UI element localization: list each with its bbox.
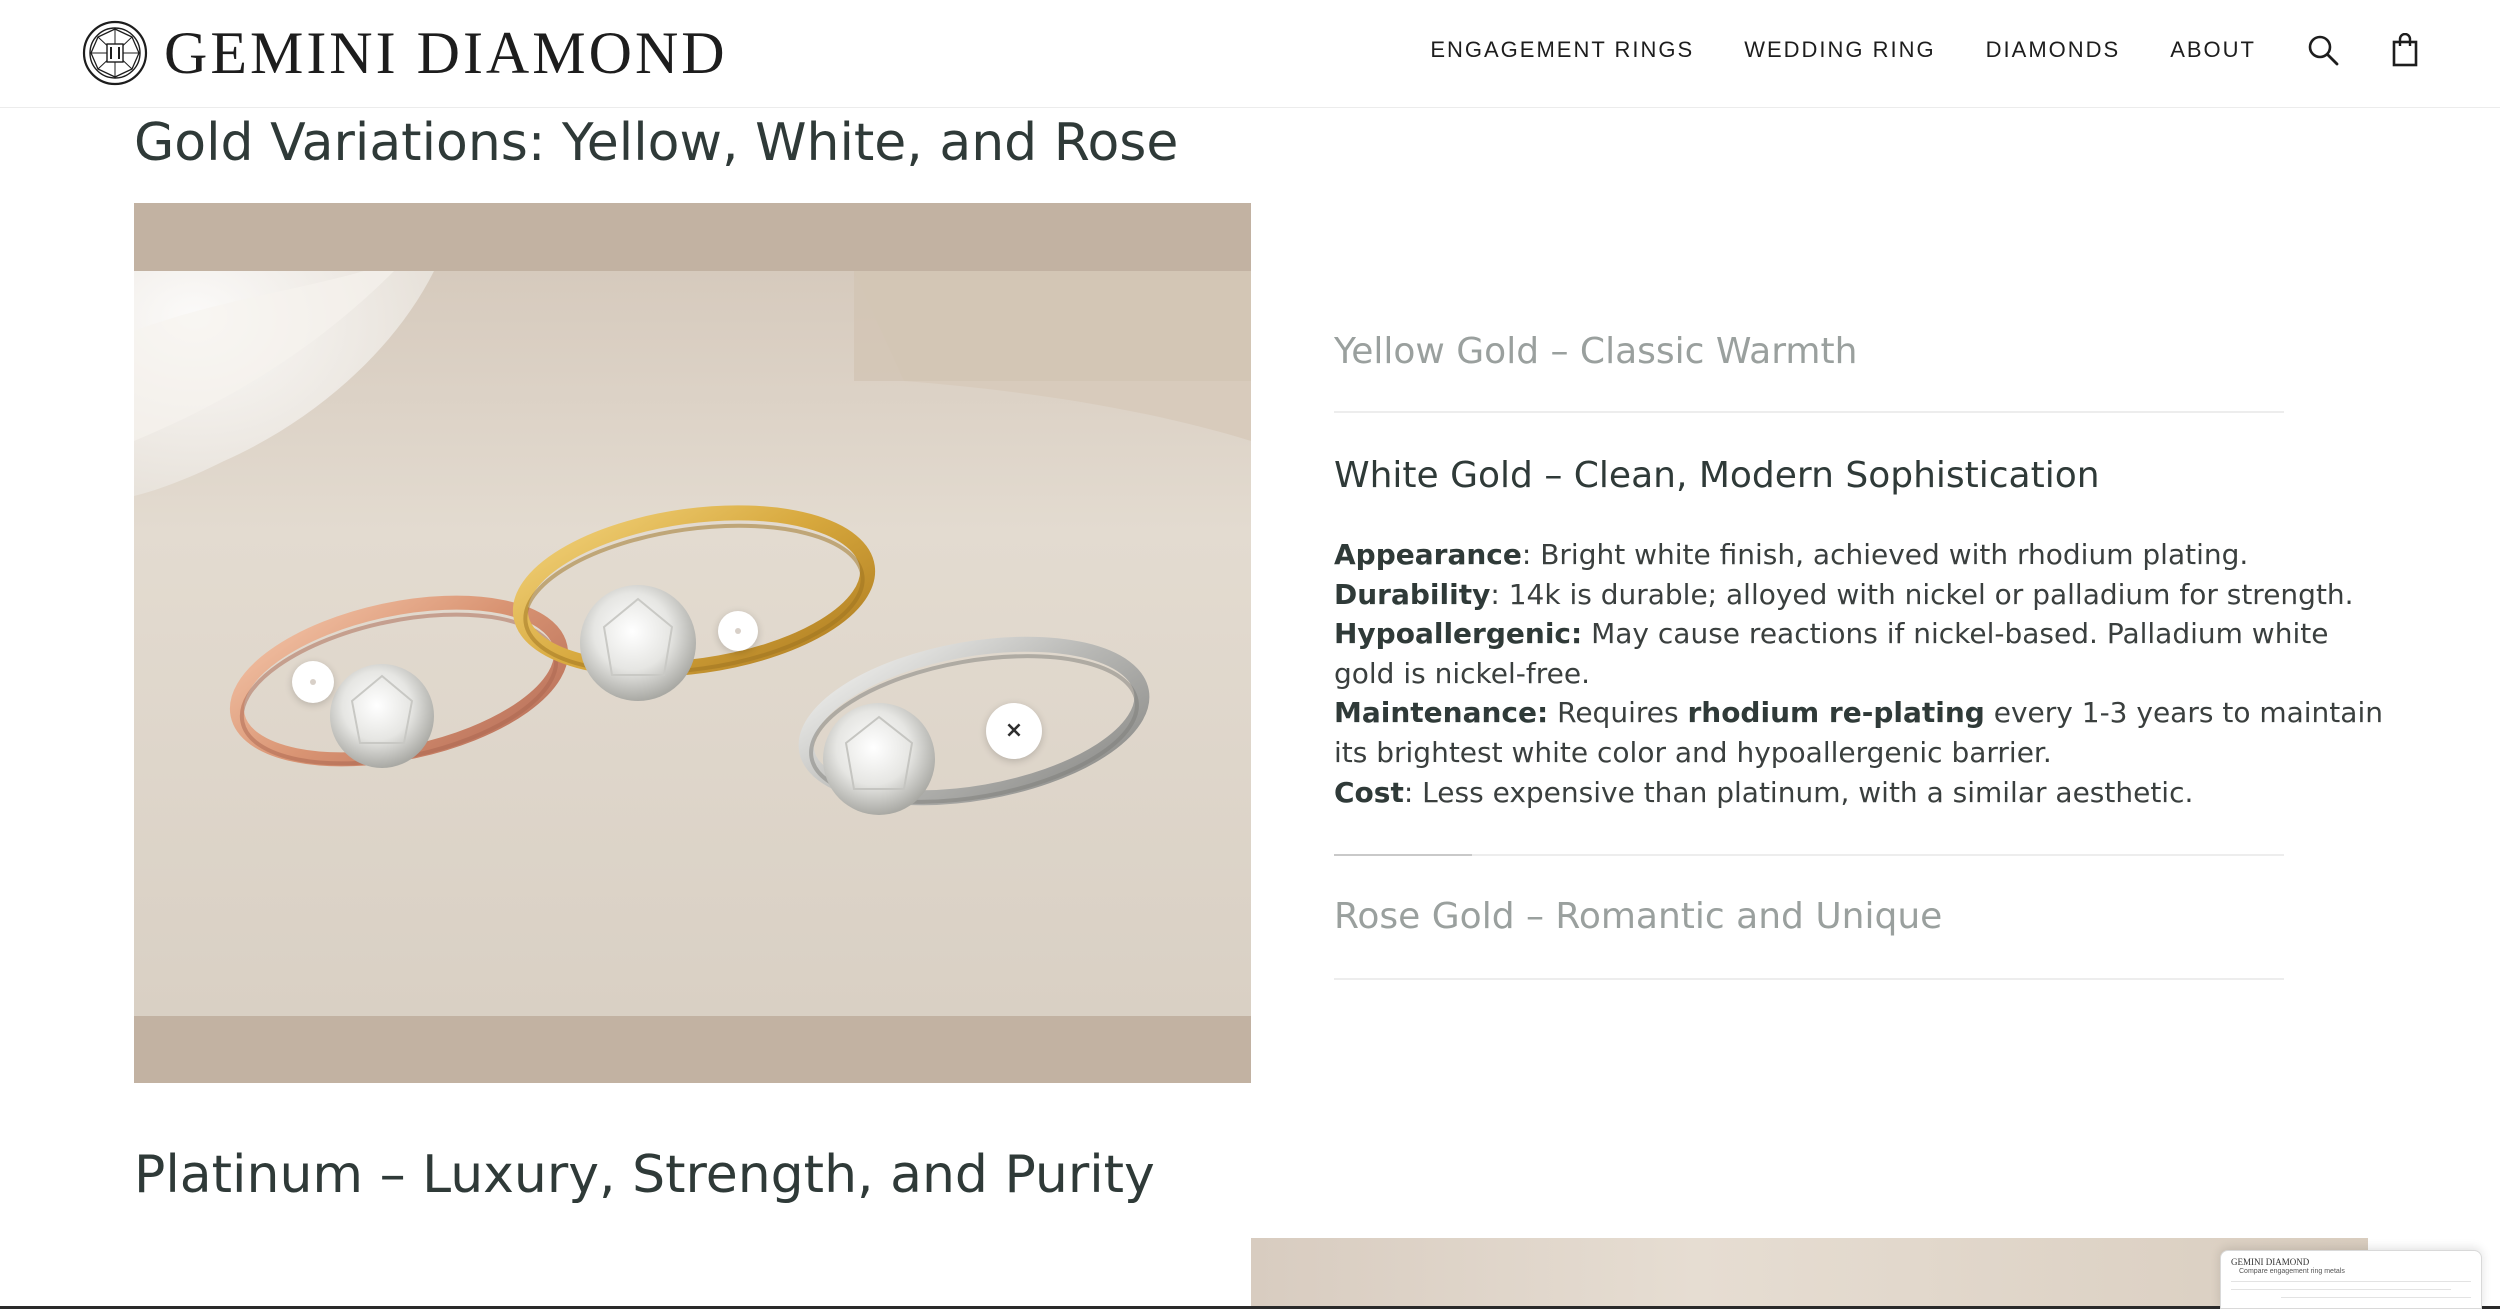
detail-text: every 1-3 years to maintain [1984,696,2383,730]
hotspot-yellow-gold[interactable] [718,611,758,651]
detail-text: Requires [1548,696,1688,730]
detail-hypoallergenic-continuation: gold is nickel-free. [1334,656,1590,690]
rings-image-panel: × [134,203,1251,1083]
detail-maintenance-continuation: its brightest white color and hypoallerg… [1334,735,2052,769]
detail-hypoallergenic: Hypoallergenic: May cause reactions if n… [1334,614,2328,654]
detail-maintenance: Maintenance: Requires rhodium re-plating… [1334,693,2383,733]
preview-brand: GEMINI DIAMOND [2231,1257,2310,1267]
gold-accordion: Yellow Gold – Classic Warmth White Gold … [1334,290,2383,981]
detail-text: : Less expensive than platinum, with a s… [1403,775,2194,809]
accordion-yellow-gold[interactable]: Yellow Gold – Classic Warmth [1334,329,2284,375]
accordion-divider [1334,411,2284,413]
gold-variations-heading: Gold Variations: Yellow, White, and Rose [134,113,1179,173]
accordion-white-gold[interactable]: White Gold – Clean, Modern Sophisticatio… [1334,453,2284,499]
detail-label: Durability [1334,577,1491,611]
hotspot-dot [735,628,741,634]
search-icon[interactable] [2306,33,2340,67]
floating-page-preview[interactable]: GEMINI DIAMOND Compare engagement ring m… [2220,1250,2482,1309]
shopping-bag-icon[interactable] [2388,33,2422,67]
detail-text: : 14k is durable; alloyed with nickel or… [1490,577,2354,611]
nav-engagement-rings[interactable]: ENGAGEMENT RINGS [1430,37,1694,63]
detail-label: Cost [1334,775,1404,809]
hotspot-white-gold[interactable]: × [986,703,1042,759]
detail-label: Hypoallergenic: [1334,617,1583,651]
brand-name: GEMINI DIAMOND [164,20,728,86]
white-gold-details: Appearance: Bright white finish, achieve… [1334,535,2383,813]
detail-text: May cause reactions if nickel-based. Pal… [1582,617,2329,651]
preview-line [2231,1281,2471,1282]
nav-wedding-ring[interactable]: WEDDING RING [1744,37,1935,63]
platinum-heading: Platinum – Luxury, Strength, and Purity [134,1145,1155,1205]
preview-line [2281,1297,2471,1298]
brand-logo[interactable]: GEMINI DIAMOND [82,18,728,88]
detail-label: Appearance [1334,538,1522,571]
rings-photo: × [134,271,1251,1016]
rings-illustration [134,271,1251,1016]
hotspot-dot [310,679,316,685]
site-header: GEMINI DIAMOND ENGAGEMENT RINGS WEDDING … [0,0,2500,108]
nav-diamonds[interactable]: DIAMONDS [1986,37,2121,63]
detail-label: Maintenance: [1334,696,1549,730]
preview-line [2231,1289,2451,1290]
accordion-rose-gold[interactable]: Rose Gold – Romantic and Unique [1334,894,2284,940]
accordion-progress-divider [1334,854,2284,857]
accordion-progress-bar [1334,854,1472,857]
nav-about[interactable]: ABOUT [2170,37,2256,63]
detail-cost: Cost: Less expensive than platinum, with… [1334,773,2284,813]
platinum-image-preview [1251,1238,2368,1309]
accordion-divider [1334,978,2284,981]
detail-emphasis: rhodium re-plating [1687,696,1985,730]
detail-text: : Bright white finish, achieved with rho… [1521,538,2249,571]
preview-caption: Compare engagement ring metals [2239,1268,2345,1275]
detail-appearance: Appearance: Bright white finish, achieve… [1334,535,2284,575]
close-icon: × [1004,718,1024,743]
main-nav: ENGAGEMENT RINGS WEDDING RING DIAMONDS A… [1430,0,2500,100]
detail-durability: Durability: 14k is durable; alloyed with… [1334,575,2354,615]
diamond-emblem-icon [82,20,148,86]
hotspot-rose-gold[interactable] [292,661,334,703]
